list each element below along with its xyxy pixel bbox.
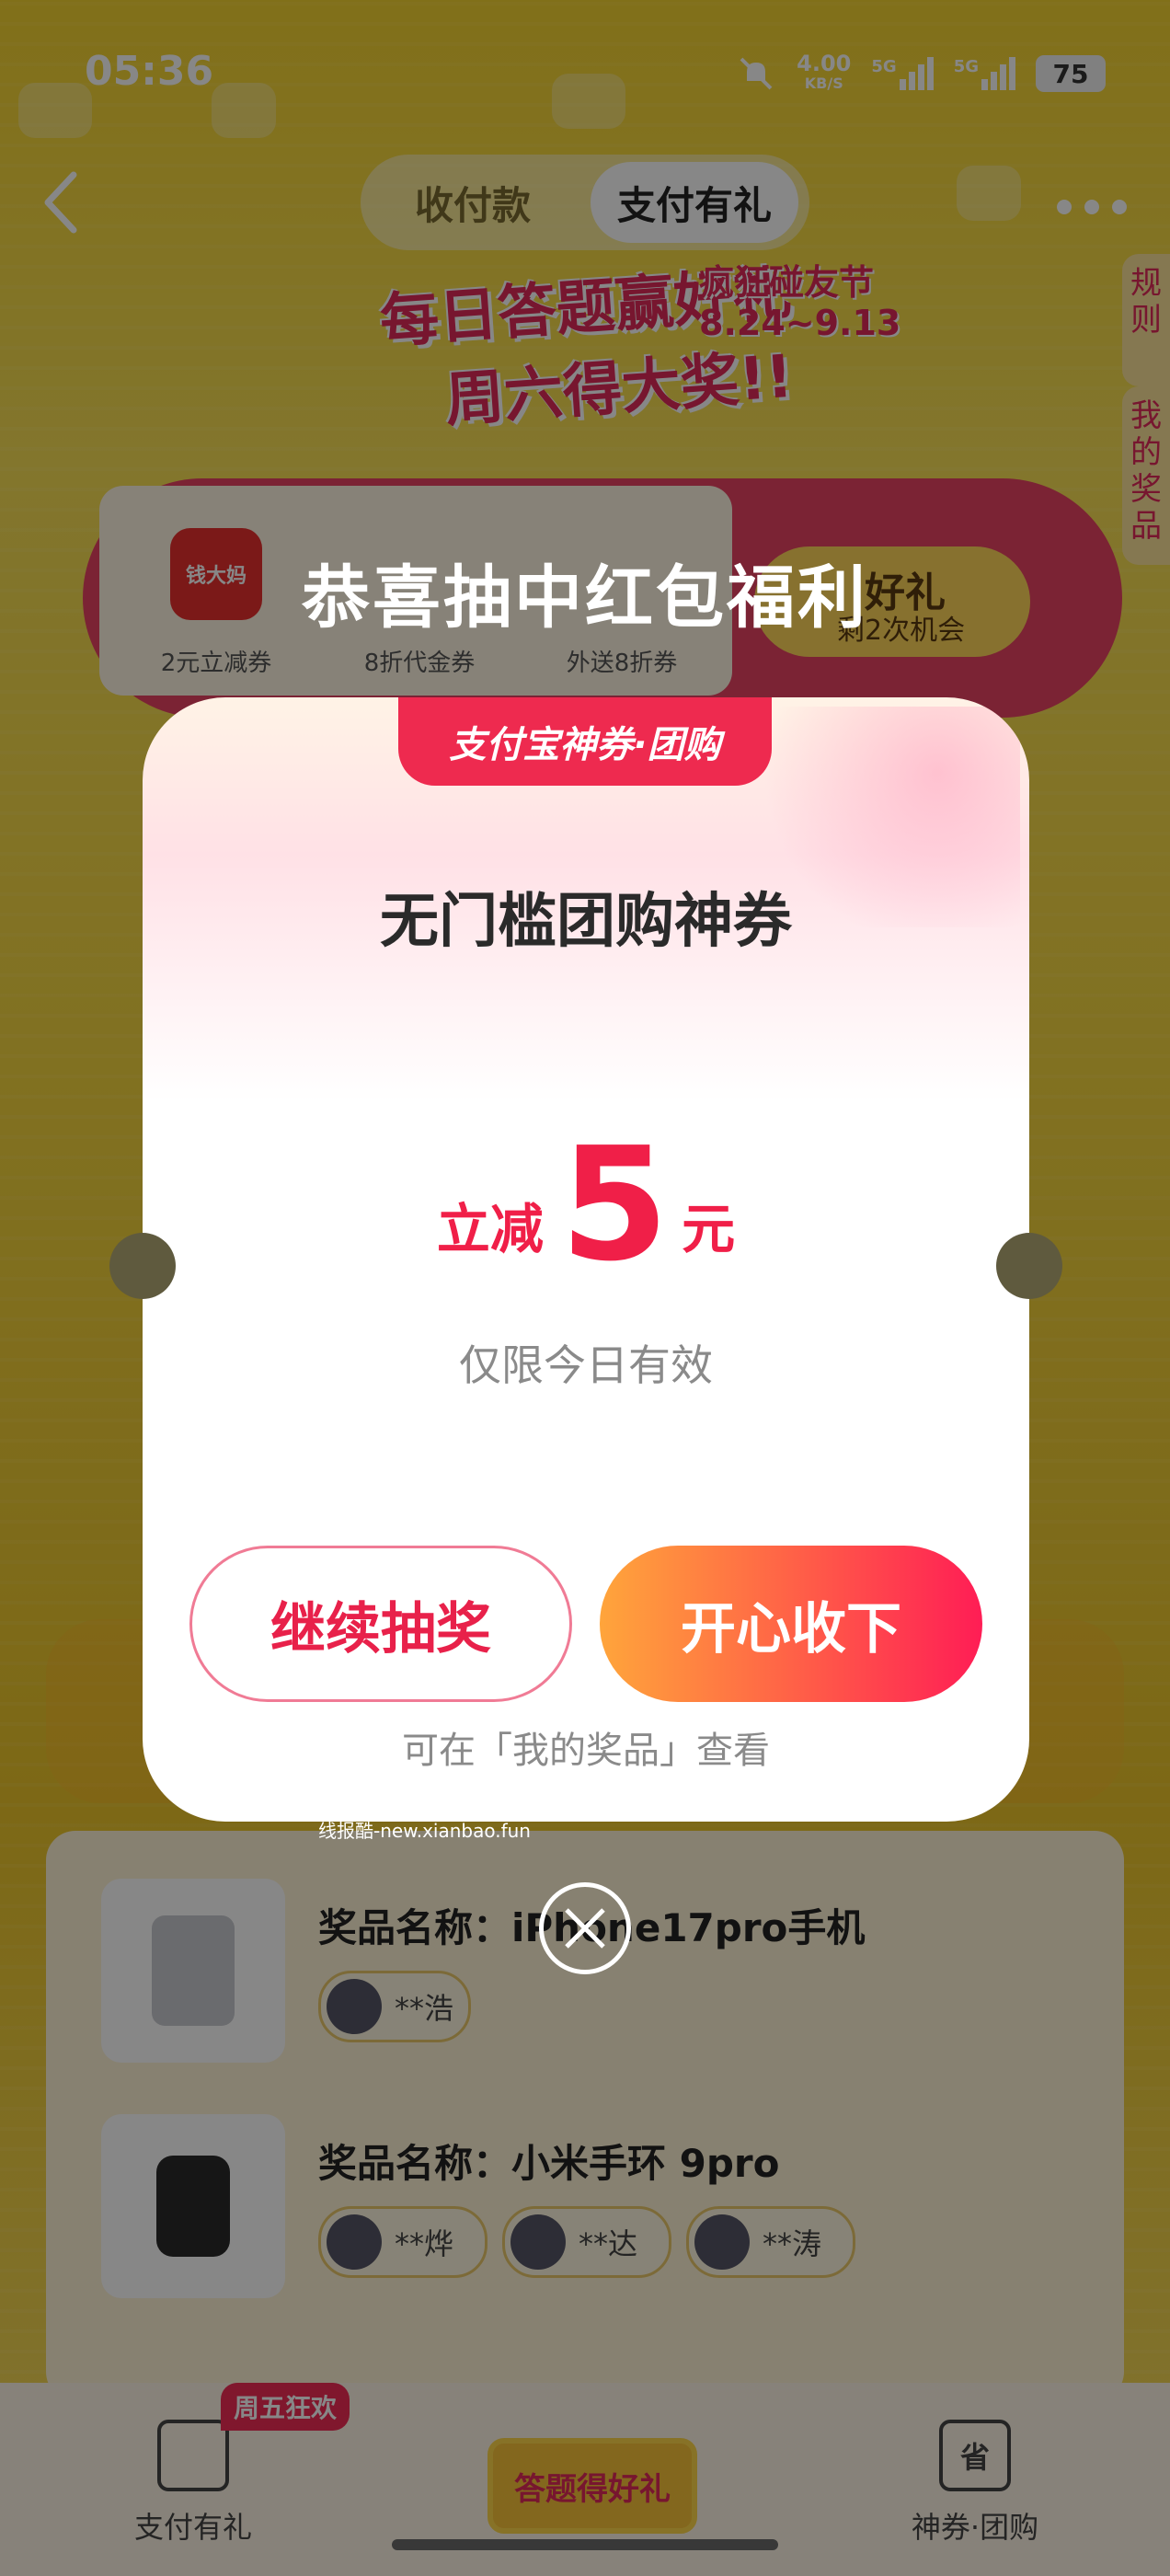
continue-draw-button[interactable]: 继续抽奖 (189, 1546, 572, 1702)
brand-tab: 支付宝神券·团购 (398, 697, 772, 786)
accept-button[interactable]: 开心收下 (600, 1546, 982, 1702)
modal-heading: 恭喜抽中红包福利 (302, 558, 868, 638)
view-in-prizes-hint: 可在「我的奖品」查看 (402, 1730, 770, 1772)
coupon-amount: 立减 5 元 (143, 1127, 1029, 1283)
coupon-title: 无门槛团购神券 (380, 888, 792, 956)
watermark: 线报酷-new.xianbao.fun (318, 1820, 531, 1842)
close-modal-button[interactable] (539, 1882, 631, 1974)
amount-value: 5 (559, 1114, 670, 1296)
amount-unit: 元 (682, 1198, 736, 1260)
validity-text: 仅限今日有效 (459, 1340, 713, 1390)
amount-prefix: 立减 (436, 1198, 544, 1260)
close-icon (565, 1908, 605, 1949)
